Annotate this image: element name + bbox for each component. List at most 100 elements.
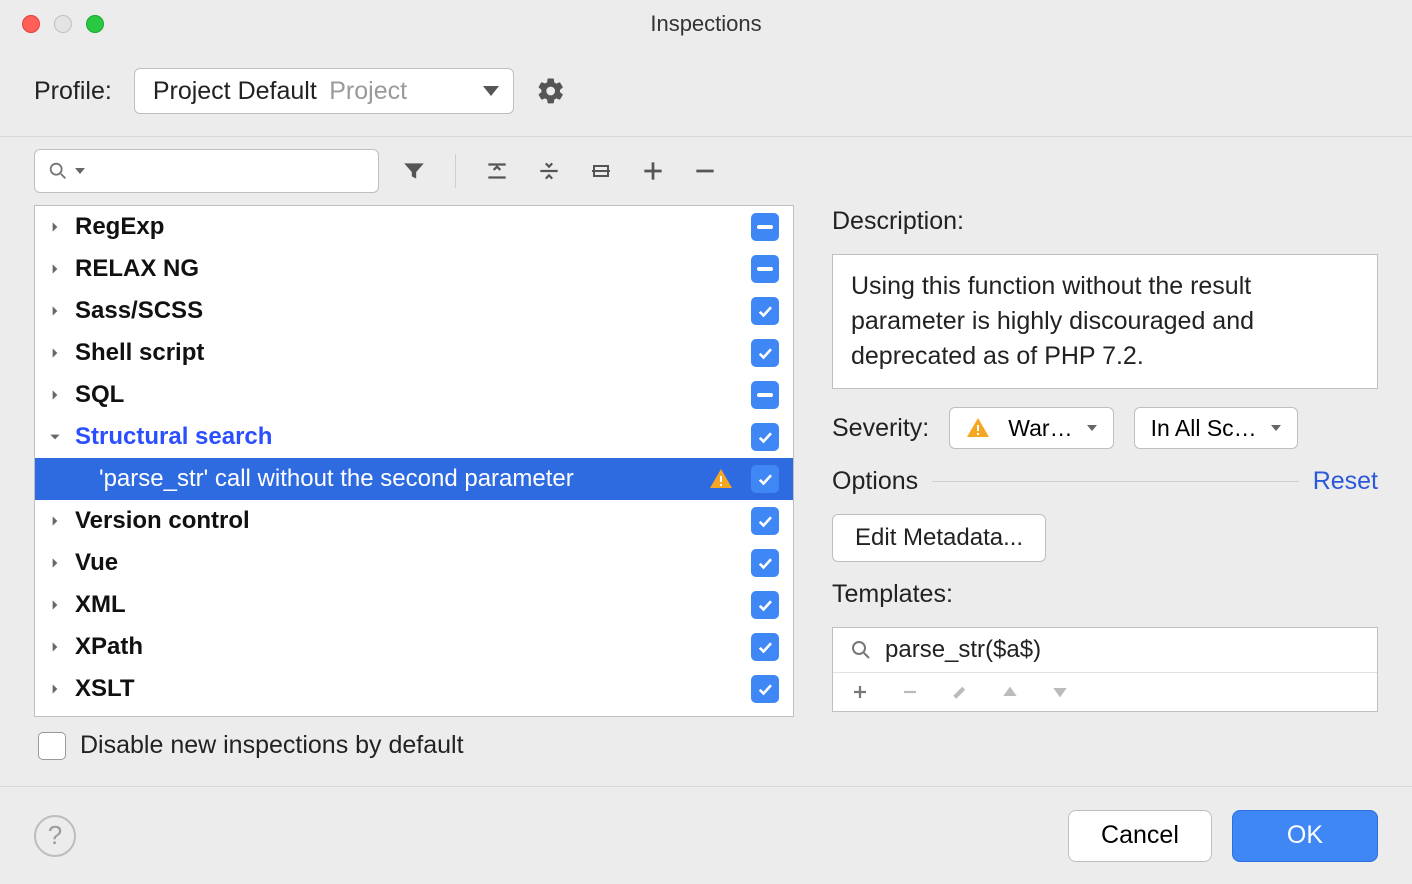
scope-value: In All Sc…: [1151, 415, 1257, 442]
tree-item-label: XPath: [75, 633, 741, 661]
chevron-down-icon: [1087, 425, 1097, 431]
warning-icon: [709, 467, 741, 491]
dropdown-arrow-icon: [75, 168, 85, 174]
description-label: Description:: [832, 207, 1378, 236]
tree-item-label: Shell script: [75, 339, 741, 367]
chevron-right-icon[interactable]: [45, 262, 65, 276]
tree-leaf[interactable]: 'parse_str' call without the second para…: [35, 458, 793, 500]
search-box[interactable]: [34, 149, 379, 193]
move-up-icon[interactable]: [999, 681, 1021, 703]
search-icon: [849, 638, 873, 662]
severity-label: Severity:: [832, 414, 929, 443]
chevron-down-icon: [483, 86, 499, 96]
help-button[interactable]: ?: [34, 815, 76, 857]
profile-hint: Project: [329, 77, 407, 105]
separator: [455, 154, 456, 188]
tree-branch[interactable]: Shell script: [35, 332, 793, 374]
search-icon: [47, 160, 69, 182]
inspection-checkbox[interactable]: [751, 255, 779, 283]
chevron-right-icon[interactable]: [45, 388, 65, 402]
reset-link[interactable]: Reset: [1313, 467, 1378, 496]
search-input[interactable]: [91, 158, 379, 184]
add-icon[interactable]: [636, 154, 670, 188]
chevron-right-icon[interactable]: [45, 220, 65, 234]
inspection-checkbox[interactable]: [751, 633, 779, 661]
tree-branch[interactable]: XML: [35, 584, 793, 626]
edit-template-icon[interactable]: [949, 681, 971, 703]
detail-panel: Description: Using this function without…: [832, 205, 1378, 786]
inspection-checkbox[interactable]: [751, 549, 779, 577]
tree-branch[interactable]: SQL: [35, 374, 793, 416]
chevron-right-icon[interactable]: [45, 682, 65, 696]
templates-box: parse_str($a$): [832, 627, 1378, 712]
description-text: Using this function without the result p…: [832, 254, 1378, 389]
severity-value: War…: [1008, 415, 1072, 442]
chevron-right-icon[interactable]: [45, 640, 65, 654]
chevron-down-icon[interactable]: [45, 430, 65, 444]
chevron-down-icon: [1271, 425, 1281, 431]
cancel-button[interactable]: Cancel: [1068, 810, 1212, 862]
inspection-checkbox[interactable]: [751, 381, 779, 409]
remove-template-icon[interactable]: [899, 681, 921, 703]
tree-item-label: Structural search: [75, 423, 741, 451]
inspections-tree[interactable]: RegExp RELAX NG Sass/SCSS Shell script SQL St…: [34, 205, 794, 717]
move-down-icon[interactable]: [1049, 681, 1071, 703]
templates-label: Templates:: [832, 580, 1378, 609]
profile-combo[interactable]: Project Default Project: [134, 68, 514, 114]
disable-new-inspections-label: Disable new inspections by default: [80, 731, 464, 760]
gear-icon[interactable]: [536, 76, 566, 106]
inspection-checkbox[interactable]: [751, 675, 779, 703]
remove-icon[interactable]: [688, 154, 722, 188]
ok-button[interactable]: OK: [1232, 810, 1378, 862]
templates-filter[interactable]: parse_str($a$): [833, 628, 1377, 672]
inspection-checkbox[interactable]: [751, 297, 779, 325]
divider: [932, 481, 1299, 482]
tree-branch[interactable]: XPath: [35, 626, 793, 668]
chevron-right-icon[interactable]: [45, 514, 65, 528]
collapse-all-icon[interactable]: [532, 154, 566, 188]
tree-toolbar: [0, 137, 1412, 205]
tree-item-label: RELAX NG: [75, 255, 741, 283]
tree-branch[interactable]: YAML: [35, 710, 793, 717]
tree-branch[interactable]: Vue: [35, 542, 793, 584]
chevron-right-icon[interactable]: [45, 304, 65, 318]
add-template-icon[interactable]: [849, 681, 871, 703]
scope-combo[interactable]: In All Sc…: [1134, 407, 1298, 449]
warning-icon: [966, 416, 990, 440]
tree-item-label: XML: [75, 591, 741, 619]
tree-item-label: RegExp: [75, 213, 741, 241]
profile-label: Profile:: [34, 77, 112, 106]
tree-item-label: Version control: [75, 507, 741, 535]
inspection-checkbox[interactable]: [751, 507, 779, 535]
tree-item-label: Vue: [75, 549, 741, 577]
tree-branch[interactable]: RELAX NG: [35, 248, 793, 290]
tree-item-label: 'parse_str' call without the second para…: [99, 465, 709, 493]
filter-icon[interactable]: [397, 154, 431, 188]
expand-all-icon[interactable]: [480, 154, 514, 188]
inspection-checkbox[interactable]: [751, 339, 779, 367]
chevron-right-icon[interactable]: [45, 346, 65, 360]
options-label: Options: [832, 467, 918, 496]
chevron-right-icon[interactable]: [45, 598, 65, 612]
tree-item-label: XSLT: [75, 675, 741, 703]
window-title: Inspections: [0, 11, 1412, 37]
inspection-checkbox[interactable]: [751, 213, 779, 241]
template-value: parse_str($a$): [885, 636, 1041, 664]
tree-branch[interactable]: Version control: [35, 500, 793, 542]
severity-combo[interactable]: War…: [949, 407, 1113, 449]
tree-branch[interactable]: Structural search: [35, 416, 793, 458]
tree-branch[interactable]: Sass/SCSS: [35, 290, 793, 332]
dialog-footer: ? Cancel OK: [0, 786, 1412, 884]
reset-defaults-icon[interactable]: [584, 154, 618, 188]
inspection-checkbox[interactable]: [751, 591, 779, 619]
inspection-checkbox[interactable]: [751, 423, 779, 451]
disable-new-inspections-checkbox[interactable]: [38, 732, 66, 760]
chevron-right-icon[interactable]: [45, 556, 65, 570]
profile-value: Project Default: [153, 77, 317, 105]
tree-item-label: Sass/SCSS: [75, 297, 741, 325]
edit-metadata-button[interactable]: Edit Metadata...: [832, 514, 1046, 562]
inspection-checkbox[interactable]: [751, 465, 779, 493]
disable-new-inspections-row[interactable]: Disable new inspections by default: [34, 717, 794, 774]
tree-branch[interactable]: XSLT: [35, 668, 793, 710]
tree-branch[interactable]: RegExp: [35, 206, 793, 248]
